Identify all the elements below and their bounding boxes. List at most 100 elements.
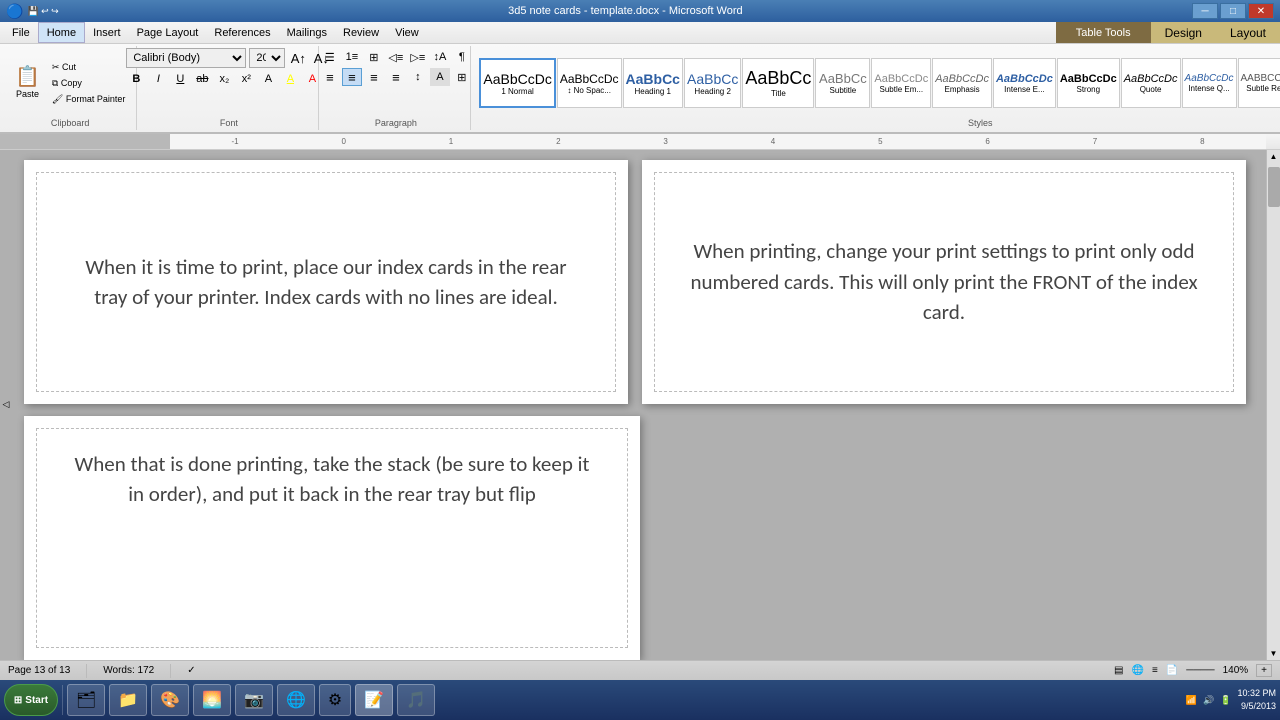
view-normal-icon[interactable]: ▤: [1114, 665, 1123, 676]
menu-view[interactable]: View: [387, 22, 427, 43]
paste-button[interactable]: 📋 Paste: [10, 53, 45, 113]
style-subtle-ref-label: Subtle Ref...: [1246, 84, 1280, 93]
style-strong-label: Strong: [1076, 85, 1100, 94]
style-intense-q[interactable]: AaBbCcDc Intense Q...: [1182, 58, 1237, 108]
format-painter-button[interactable]: 🖌 Format Painter: [47, 92, 130, 107]
show-hide-button[interactable]: ¶: [452, 48, 472, 66]
menu-references[interactable]: References: [206, 22, 278, 43]
taskbar-firefox[interactable]: 🌐: [277, 684, 315, 716]
clock[interactable]: 10:32 PM 9/5/2013: [1237, 687, 1276, 712]
sort-button[interactable]: ↕A: [430, 48, 450, 66]
justify-button[interactable]: ≡: [386, 68, 406, 86]
style-emphasis[interactable]: AaBbCcDc Emphasis: [932, 58, 992, 108]
style-intense-e[interactable]: AaBbCcDc Intense E...: [993, 58, 1056, 108]
strikethrough-button[interactable]: ab: [192, 70, 212, 88]
align-right-button[interactable]: ≡: [364, 68, 384, 86]
highlight-button[interactable]: A: [280, 70, 300, 88]
bullets-button[interactable]: ☰: [320, 48, 340, 66]
style-normal[interactable]: AaBbCcDc 1 Normal: [479, 58, 555, 108]
card-2[interactable]: When printing, change your print setting…: [654, 172, 1234, 392]
zoom-level: 140%: [1223, 665, 1249, 676]
font-size-select[interactable]: 20: [249, 48, 285, 68]
style-subtle-em[interactable]: AaBbCcDc Subtle Em...: [871, 58, 931, 108]
style-quote[interactable]: AaBbCcDc Quote: [1121, 58, 1181, 108]
status-sep-2: [170, 664, 171, 678]
scroll-down-button[interactable]: ▼: [1268, 647, 1280, 660]
style-subtitle[interactable]: AaBbCc Subtitle: [815, 58, 870, 108]
style-normal-label: 1 Normal: [501, 87, 533, 96]
menu-file[interactable]: File: [4, 22, 38, 43]
subscript-button[interactable]: x₂: [214, 70, 234, 88]
grow-font-button[interactable]: A↑: [288, 49, 308, 67]
style-heading1[interactable]: AaBbCc Heading 1: [623, 58, 683, 108]
time-display: 10:32 PM: [1237, 687, 1276, 700]
words-status: Words: 172: [103, 665, 154, 676]
font-format-row: B I U ab x₂ x² A A A: [126, 70, 322, 88]
text-effects-button[interactable]: A: [258, 70, 278, 88]
line-spacing-button[interactable]: ↕: [408, 68, 428, 86]
align-center-button[interactable]: ≡: [342, 68, 362, 86]
start-button[interactable]: ⊞ Start: [4, 684, 58, 716]
border-button[interactable]: ⊞: [452, 68, 472, 86]
card-3[interactable]: When that is done printing, take the sta…: [36, 428, 628, 648]
menu-mailings[interactable]: Mailings: [279, 22, 335, 43]
menu-insert[interactable]: Insert: [85, 22, 129, 43]
font-family-select[interactable]: Calibri (Body): [126, 48, 246, 68]
taskbar-paint[interactable]: 🎨: [151, 684, 189, 716]
scroll-up-button[interactable]: ▲: [1268, 150, 1280, 163]
menu-design[interactable]: Design: [1151, 22, 1216, 43]
minimize-button[interactable]: ─: [1192, 3, 1218, 19]
taskbar-explorer[interactable]: 🗂: [67, 684, 105, 716]
maximize-button[interactable]: □: [1220, 3, 1246, 19]
battery-icon: 🔋: [1220, 695, 1231, 706]
scroll-thumb[interactable]: [1268, 167, 1280, 207]
style-title[interactable]: AaBbCc Title: [742, 58, 814, 108]
bold-button[interactable]: B: [126, 70, 146, 88]
quick-access: 💾 ↩ ↪: [27, 6, 58, 17]
numbering-button[interactable]: 1≡: [342, 48, 362, 66]
style-no-spacing[interactable]: AaBbCcDc ↕ No Spac...: [557, 58, 622, 108]
taskbar-chrome[interactable]: ⚙: [319, 684, 351, 716]
styles-group-label: Styles: [968, 118, 993, 128]
vertical-scrollbar[interactable]: ▲ ▼: [1266, 150, 1280, 660]
doc-row-1: When it is time to print, place our inde…: [24, 160, 1246, 404]
font-group-label: Font: [220, 118, 238, 128]
card-2-text: When printing, change your print setting…: [685, 236, 1203, 327]
view-draft-icon[interactable]: 📄: [1166, 665, 1178, 676]
style-subtle-ref[interactable]: AaBbCcDc Subtle Ref...: [1238, 58, 1280, 108]
view-outline-icon[interactable]: ≡: [1152, 665, 1158, 676]
view-web-icon[interactable]: 🌐: [1131, 665, 1143, 676]
close-button[interactable]: ✕: [1248, 3, 1274, 19]
taskbar-vlc[interactable]: 🎵: [397, 684, 435, 716]
taskbar-photoshop[interactable]: 📷: [235, 684, 273, 716]
document-area[interactable]: When it is time to print, place our inde…: [14, 150, 1266, 660]
left-sidebar-arrow[interactable]: ◁: [0, 399, 12, 411]
menu-page-layout[interactable]: Page Layout: [129, 22, 207, 43]
menu-layout[interactable]: Layout: [1216, 22, 1280, 43]
underline-button[interactable]: U: [170, 70, 190, 88]
menu-review[interactable]: Review: [335, 22, 387, 43]
shading-button[interactable]: A: [430, 68, 450, 86]
style-heading2[interactable]: AaBbCc Heading 2: [684, 58, 741, 108]
status-bar: Page 13 of 13 Words: 172 ✓ ▤ 🌐 ≡ 📄 ──── …: [0, 660, 1280, 680]
cut-button[interactable]: ✂ Cut: [47, 60, 130, 75]
taskbar-word[interactable]: 📝: [355, 684, 393, 716]
decrease-indent-button[interactable]: ◁≡: [386, 48, 406, 66]
style-strong[interactable]: AaBbCcDc Strong: [1057, 58, 1120, 108]
italic-button[interactable]: I: [148, 70, 168, 88]
copy-button[interactable]: ⧉ Copy: [47, 76, 130, 91]
table-tool-tabs: Design Layout: [1151, 22, 1280, 43]
table-tools-label: Table Tools: [1056, 22, 1151, 43]
align-left-button[interactable]: ≡: [320, 68, 340, 86]
multilevel-button[interactable]: ⊞: [364, 48, 384, 66]
superscript-button[interactable]: x²: [236, 70, 256, 88]
zoom-bar: ────: [1186, 665, 1214, 676]
zoom-button[interactable]: +: [1256, 664, 1272, 677]
menu-home[interactable]: Home: [38, 22, 85, 43]
card-1[interactable]: When it is time to print, place our inde…: [36, 172, 616, 392]
taskbar-folder[interactable]: 📁: [109, 684, 147, 716]
status-right: ▤ 🌐 ≡ 📄 ──── 140% +: [1114, 664, 1272, 677]
increase-indent-button[interactable]: ▷≡: [408, 48, 428, 66]
taskbar-lightroom[interactable]: 🌅: [193, 684, 231, 716]
paragraph-group-label: Paragraph: [375, 118, 417, 128]
